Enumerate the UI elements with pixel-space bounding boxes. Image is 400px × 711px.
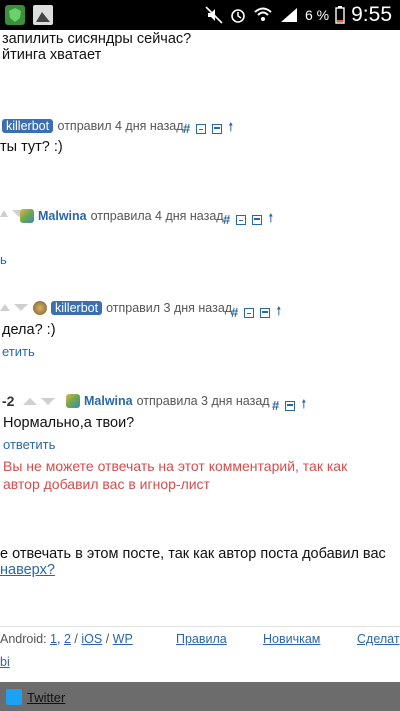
status-bar: 6 % 9:55	[0, 0, 400, 30]
username-link[interactable]: Malwina	[84, 394, 133, 408]
rules-link[interactable]: Правила	[176, 632, 227, 646]
newbies-link[interactable]: Новичкам	[263, 632, 320, 646]
android-link-2[interactable]: 2	[64, 632, 71, 646]
shield-app-icon	[5, 5, 25, 25]
footer-apps: Android: 1, 2 / iOS / WP	[0, 632, 133, 646]
comment-header: killerbot отправил 3 дня назад	[33, 301, 232, 315]
mute-icon	[205, 6, 223, 24]
comment-actions: # 🠕	[223, 209, 273, 230]
collapse-icon[interactable]	[244, 307, 255, 318]
battery-icon	[335, 6, 345, 24]
permalink-link[interactable]: #	[183, 121, 190, 136]
collapse-icon[interactable]	[196, 123, 207, 134]
comment-timestamp: отправил 4 дня назад	[57, 119, 184, 133]
save-icon[interactable]	[252, 214, 263, 225]
save-icon[interactable]	[285, 400, 296, 411]
comment-timestamp: отправила 4 дня назад	[90, 209, 224, 223]
comment-timestamp: отправил 3 дня назад	[106, 301, 233, 315]
signal-icon	[281, 8, 297, 22]
image-app-icon	[33, 5, 53, 25]
comment-score: -2	[2, 393, 15, 409]
comment-header: killerbot отправил 4 дня назад	[2, 117, 184, 135]
wp-link[interactable]: WP	[113, 632, 133, 646]
permalink-link[interactable]: #	[272, 398, 279, 413]
vote-controls	[0, 304, 28, 311]
username-badge[interactable]: killerbot	[51, 301, 103, 315]
battery-percent: 6 %	[305, 7, 330, 23]
upvote-icon[interactable]	[0, 210, 8, 217]
reply-link[interactable]: ь	[0, 252, 7, 267]
permalink-link[interactable]: #	[223, 212, 230, 227]
footer-divider	[0, 626, 400, 627]
parent-arrow-icon[interactable]: 🠕	[276, 302, 281, 323]
separator: /	[105, 632, 110, 646]
upvote-icon[interactable]	[0, 304, 10, 311]
avatar[interactable]	[33, 301, 47, 315]
upvote-icon[interactable]	[23, 398, 37, 405]
reply-link[interactable]: ответить	[3, 437, 55, 452]
save-icon[interactable]	[212, 123, 223, 134]
partial-text-line: запилить сисяндры сейчас?	[2, 31, 192, 47]
downvote-icon[interactable]	[14, 304, 28, 311]
back-to-top-link[interactable]: наверх?	[0, 562, 55, 578]
downvote-icon[interactable]	[41, 398, 55, 405]
comment-actions: # 🠕	[272, 395, 306, 416]
save-icon[interactable]	[260, 307, 271, 318]
avatar[interactable]	[66, 394, 80, 408]
separator: /	[74, 632, 78, 646]
parent-arrow-icon[interactable]: 🠕	[228, 118, 233, 139]
comment-text: дела? :)	[2, 322, 56, 338]
post-ignore-notice: е отвечать в этом посте, так как автор п…	[0, 546, 386, 562]
partial-text-line: йтинга хватает	[2, 47, 102, 63]
permalink-link[interactable]: #	[231, 305, 238, 320]
comment-actions: # 🠕	[183, 118, 233, 139]
comment-timestamp: отправила 3 дня назад	[136, 394, 270, 408]
bi-link[interactable]: bi	[0, 655, 10, 669]
avatar[interactable]	[20, 209, 34, 223]
comment-header: Malwina отправила 4 дня назад	[20, 209, 224, 223]
make-link[interactable]: Сделат	[357, 632, 400, 646]
parent-arrow-icon[interactable]: 🠕	[268, 209, 273, 230]
alarm-icon	[231, 9, 245, 23]
collapse-icon[interactable]	[236, 214, 247, 225]
username-link[interactable]: Malwina	[38, 209, 87, 223]
username-badge[interactable]: killerbot	[2, 119, 54, 133]
ignore-warning-line: Вы не можете отвечать на этот комментари…	[3, 458, 348, 474]
android-link-1[interactable]: 1	[50, 632, 57, 646]
ignore-warning-line: автор добавил вас в игнор-лист	[3, 476, 210, 492]
comment-actions: # 🠕	[231, 302, 281, 323]
clock: 9:55	[351, 3, 392, 26]
comment-text: Нормально,а твои?	[3, 415, 135, 431]
reply-link[interactable]: етить	[2, 344, 35, 359]
vote-controls	[23, 398, 55, 405]
parent-arrow-icon[interactable]: 🠕	[301, 395, 306, 416]
twitter-link[interactable]: Twitter	[27, 690, 65, 705]
comment-header: Malwina отправила 3 дня назад	[66, 394, 270, 408]
android-label: Android:	[0, 632, 47, 646]
comment-text: ты тут? :)	[0, 139, 63, 155]
wifi-icon	[254, 7, 272, 21]
ios-link[interactable]: iOS	[81, 632, 102, 646]
twitter-icon[interactable]	[6, 689, 22, 705]
